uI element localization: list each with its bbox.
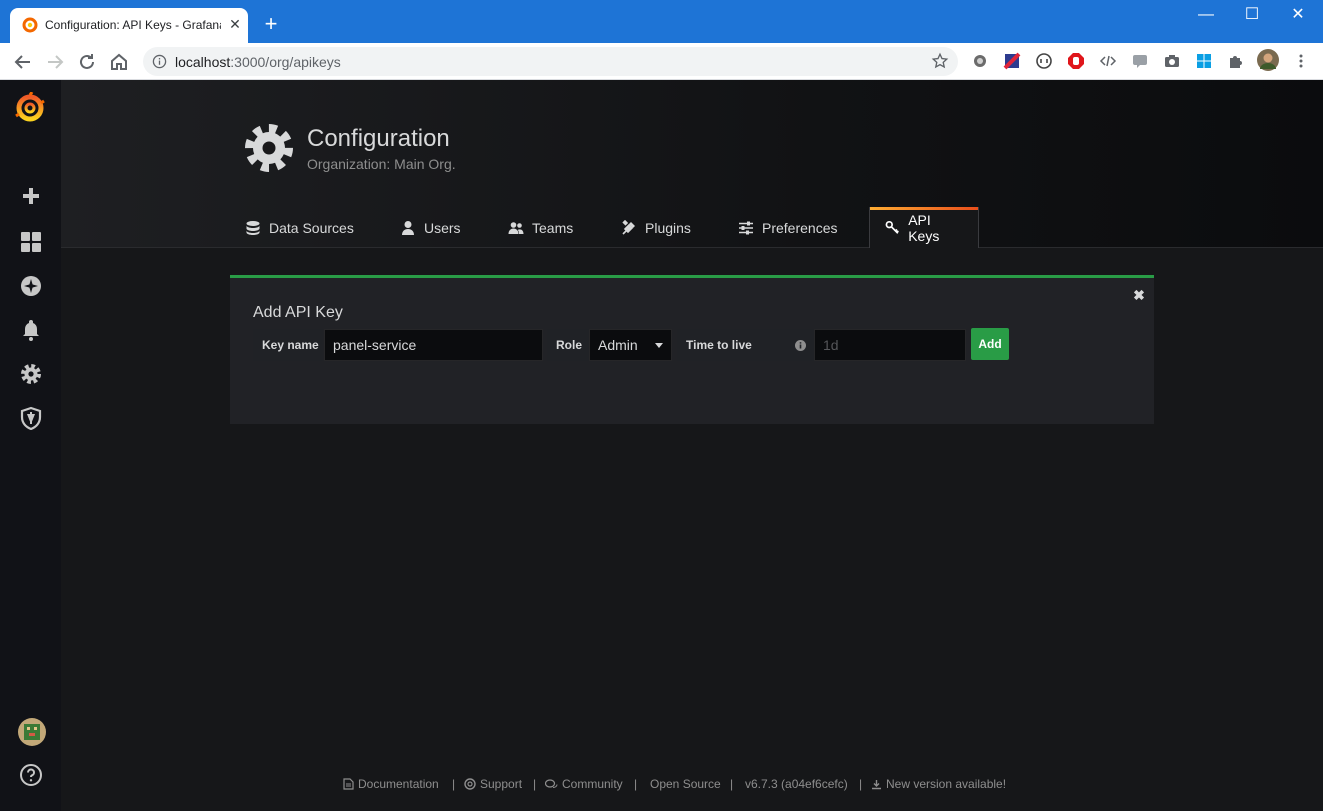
new-tab-icon[interactable]: + [260, 13, 282, 35]
tab-title: Configuration: API Keys - Grafana [45, 18, 221, 32]
extension-ring-icon[interactable] [1035, 52, 1053, 70]
tab-label: Plugins [645, 219, 691, 236]
key-name-label: Key name [253, 329, 323, 361]
extension-circle-icon[interactable] [971, 52, 989, 70]
tab-data-sources[interactable]: Data Sources [230, 207, 369, 248]
user-icon [402, 220, 414, 235]
footer-version: v6.7.3 (a04ef6cefc) [745, 777, 848, 791]
browser-window: Configuration: API Keys - Grafana ✕ + — … [0, 0, 1323, 811]
extension-stop-icon[interactable] [1067, 52, 1085, 70]
tab-label: Teams [532, 219, 574, 236]
reload-icon[interactable] [75, 50, 99, 74]
server-admin-shield-icon[interactable] [19, 406, 43, 430]
footer-community-text: Community [562, 777, 623, 791]
configuration-gear-icon[interactable] [19, 362, 43, 386]
tab-api-keys[interactable]: API Keys [869, 207, 979, 248]
extension-camera-icon[interactable] [1163, 52, 1181, 70]
menu-dots-icon[interactable] [1292, 52, 1310, 70]
sliders-icon [739, 221, 753, 234]
tab-teams[interactable]: Teams [493, 207, 588, 248]
extension-code-icon[interactable] [1099, 52, 1117, 70]
tab-preferences[interactable]: Preferences [723, 207, 852, 248]
tab-users[interactable]: Users [385, 207, 476, 248]
extensions-puzzle-icon[interactable] [1227, 52, 1245, 70]
footer-separator: | [859, 777, 863, 791]
profile-avatar[interactable] [1257, 49, 1279, 71]
role-select-value: Admin [598, 337, 638, 353]
alerting-bell-icon[interactable] [19, 318, 43, 342]
footer-separator: | [634, 777, 638, 791]
footer-open-source-link[interactable]: Open Source [650, 777, 721, 791]
database-icon [246, 220, 260, 235]
tab-close-icon[interactable]: ✕ [226, 15, 244, 33]
minimize-icon[interactable]: — [1183, 0, 1229, 32]
url-text: localhost:3000/org/apikeys [175, 54, 341, 70]
tab-label: Preferences [762, 219, 838, 236]
footer-new-version-link[interactable]: New version available! [871, 777, 1006, 791]
maximize-icon[interactable]: ☐ [1229, 0, 1275, 32]
tab-plugins[interactable]: Plugins [606, 207, 706, 248]
browser-titlebar: Configuration: API Keys - Grafana ✕ + — … [0, 0, 1323, 43]
footer-new-version-text: New version available! [886, 777, 1007, 791]
forward-icon[interactable] [43, 50, 67, 74]
info-icon[interactable] [795, 340, 806, 351]
extension-windows-icon[interactable] [1195, 52, 1213, 70]
back-icon[interactable] [11, 50, 35, 74]
plug-icon [622, 219, 635, 235]
close-window-icon[interactable]: ✕ [1275, 0, 1321, 32]
extension-chat-icon[interactable] [1131, 52, 1149, 70]
key-name-input[interactable]: panel-service [324, 329, 543, 361]
footer-community-link[interactable]: Community [545, 777, 623, 791]
tab-label: Users [424, 219, 461, 236]
panel-title: Add API Key [253, 304, 343, 321]
users-icon [508, 221, 524, 234]
plus-icon[interactable] [19, 184, 43, 208]
grafana-favicon-icon [22, 17, 38, 33]
role-label: Role [547, 329, 589, 361]
browser-toolbar: localhost:3000/org/apikeys [0, 43, 1323, 80]
ttl-label-text: Time to live [686, 338, 752, 352]
grafana-logo-icon[interactable] [14, 92, 46, 124]
footer-support-link[interactable]: Support [464, 777, 522, 791]
close-icon[interactable]: ✖ [1132, 288, 1146, 302]
site-info-icon[interactable] [152, 54, 167, 69]
footer: Documentation | Support | Community | Op… [0, 776, 1323, 794]
comments-icon [545, 778, 558, 788]
dashboards-icon[interactable] [19, 230, 43, 254]
download-icon [872, 779, 881, 789]
role-select[interactable]: Admin [589, 329, 672, 361]
page-subtitle: Organization: Main Org. [307, 156, 456, 172]
address-bar[interactable]: localhost:3000/org/apikeys [143, 47, 958, 76]
add-api-key-panel: ✖ Add API Key Key name panel-service Rol… [230, 275, 1154, 424]
footer-support-text: Support [480, 777, 523, 791]
footer-documentation-text: Documentation [358, 777, 439, 791]
extension-flag-icon[interactable] [1003, 52, 1021, 70]
browser-tab[interactable]: Configuration: API Keys - Grafana ✕ [10, 8, 248, 43]
key-icon [885, 220, 899, 234]
grafana-sidebar [0, 80, 61, 811]
tab-label: Data Sources [269, 219, 354, 236]
user-avatar[interactable] [18, 718, 46, 746]
document-icon [343, 778, 354, 790]
footer-separator: | [730, 777, 734, 791]
chevron-down-icon [655, 343, 663, 348]
footer-separator: | [533, 777, 537, 791]
explore-compass-icon[interactable] [19, 274, 43, 298]
footer-open-source-text: Open Source [650, 777, 721, 791]
add-button[interactable]: Add [971, 328, 1009, 360]
ttl-label: Time to live [677, 329, 814, 361]
footer-documentation-link[interactable]: Documentation [343, 777, 439, 791]
home-icon[interactable] [107, 50, 131, 74]
page-title: Configuration [307, 125, 450, 152]
footer-separator: | [452, 777, 456, 791]
support-lifebuoy-icon [464, 778, 476, 790]
ttl-input[interactable]: 1d [814, 329, 966, 361]
configuration-gear-icon [245, 124, 293, 172]
tab-label: API Keys [908, 211, 940, 244]
bookmark-star-icon[interactable] [931, 52, 949, 70]
